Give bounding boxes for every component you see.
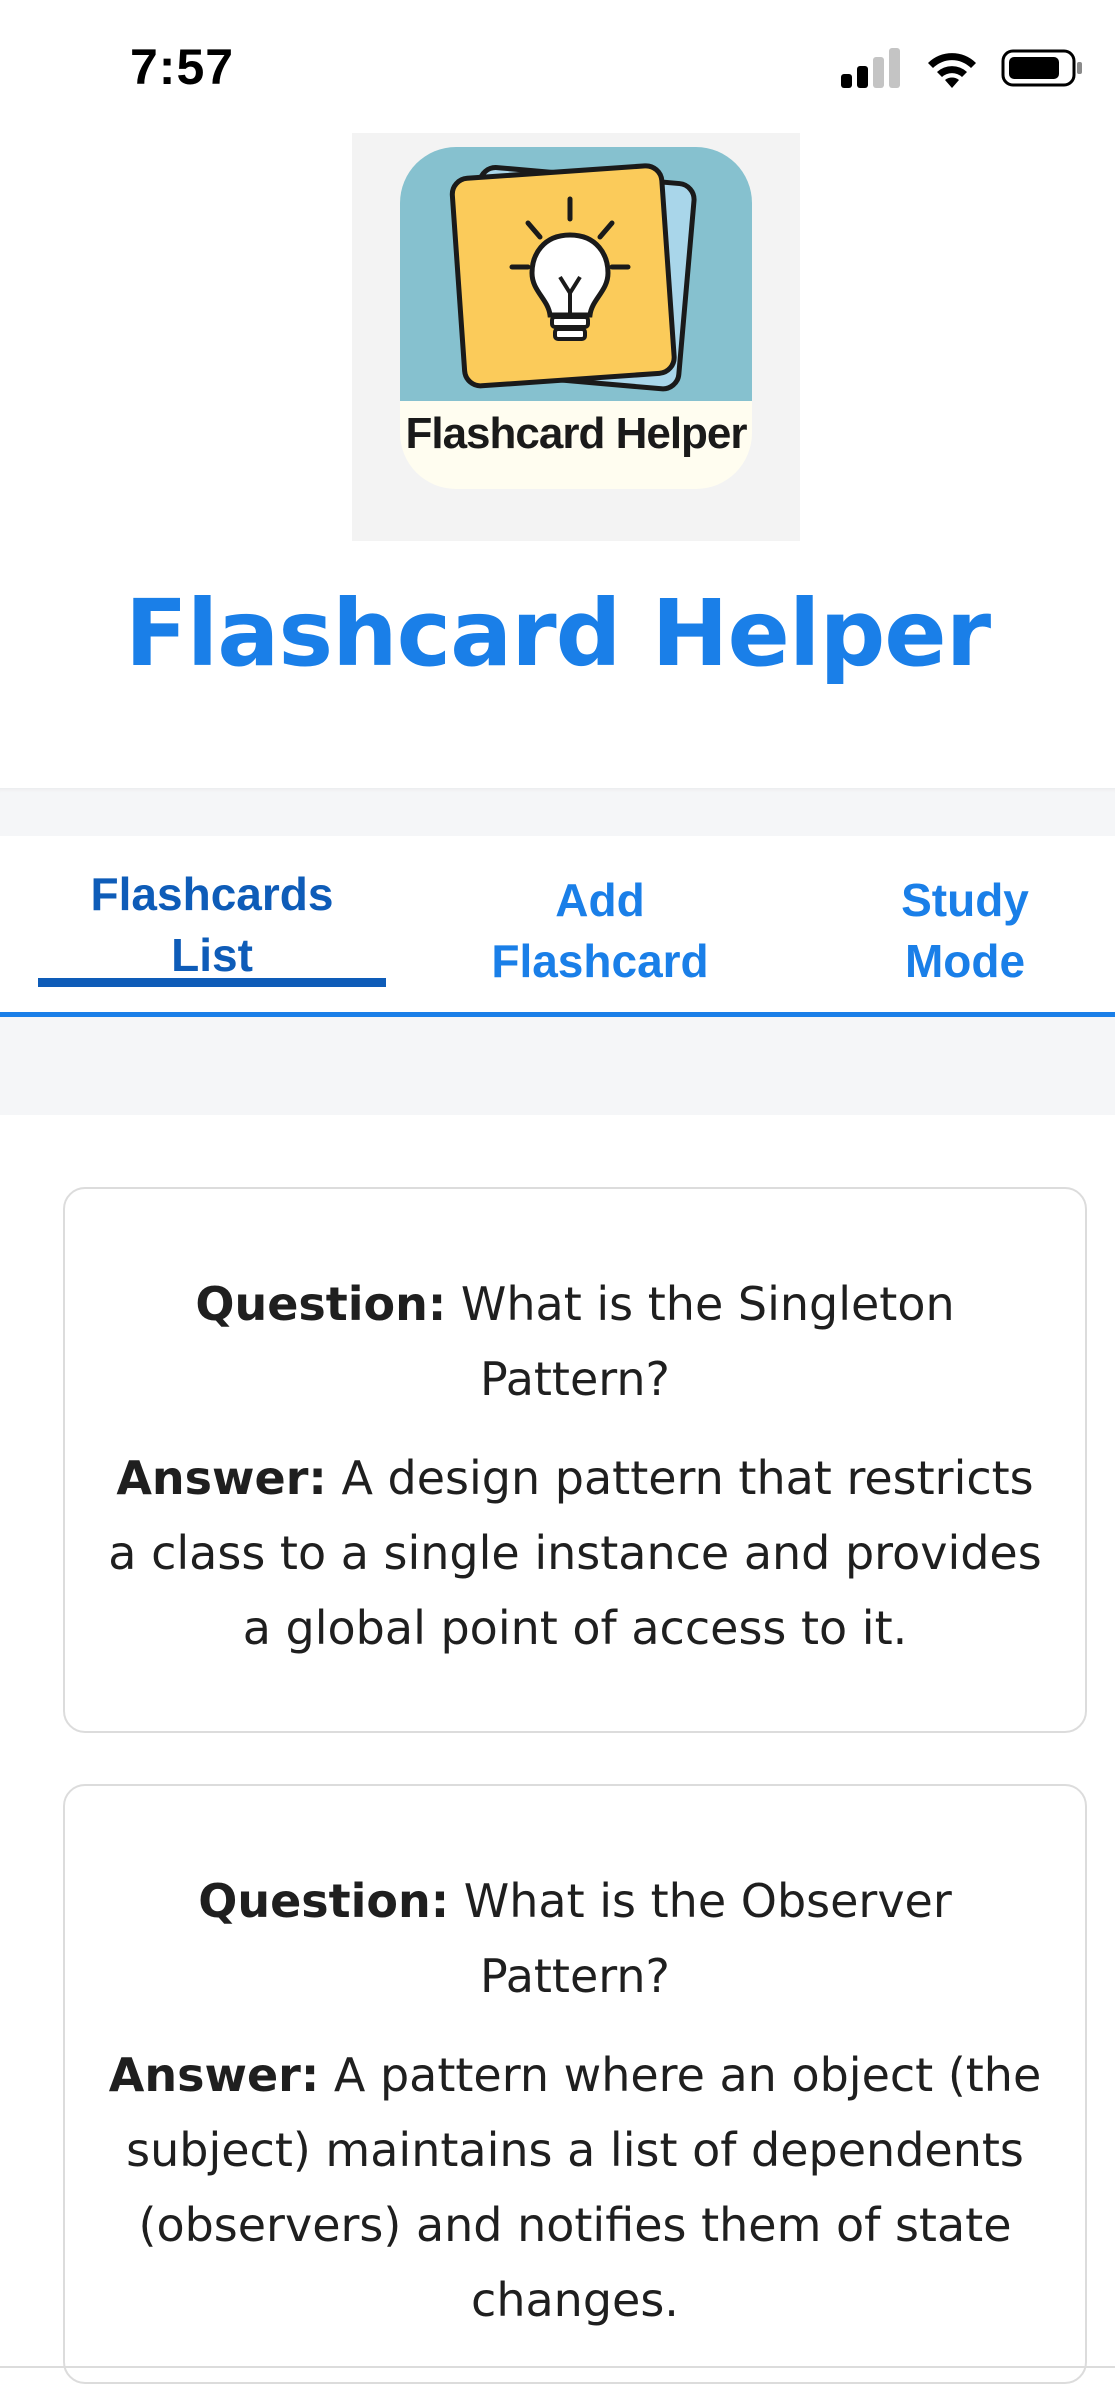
question-label: Question: xyxy=(195,1277,447,1331)
battery-icon xyxy=(1001,48,1083,92)
tab-flashcards-list[interactable]: Flashcards List xyxy=(38,864,386,986)
flashcard-item[interactable]: Question: What is the Singleton Pattern?… xyxy=(63,1187,1087,1733)
tab-label-line1: Flashcards xyxy=(90,868,334,920)
question-text: What is the Singleton Pattern? xyxy=(460,1277,955,1406)
tab-label-line2: Flashcard xyxy=(491,935,709,987)
question-text: What is the Observer Pattern? xyxy=(463,1874,952,2003)
status-icons xyxy=(841,48,1083,92)
active-tab-indicator xyxy=(38,978,386,987)
tab-study-mode[interactable]: Study Mode xyxy=(820,870,1110,992)
flashcard-answer: Answer: A pattern where an object (the s… xyxy=(105,2038,1045,2338)
tab-label-line1: Study xyxy=(901,874,1029,926)
logo-card: Flashcard Helper xyxy=(400,147,752,489)
tab-label-line1: Add xyxy=(555,874,645,926)
flashcard-question: Question: What is the Singleton Pattern? xyxy=(105,1267,1045,1417)
bottom-divider xyxy=(0,2366,1115,2368)
status-bar: 7:57 xyxy=(0,0,1115,130)
status-time: 7:57 xyxy=(130,39,235,95)
tab-add-flashcard[interactable]: Add Flashcard xyxy=(430,870,770,992)
tab-bar: Flashcards List Add Flashcard Study Mode xyxy=(0,836,1115,1017)
question-label: Question: xyxy=(198,1874,450,1928)
page-title: Flashcard Helper xyxy=(124,580,991,687)
header-separator xyxy=(0,788,1115,836)
app-logo: Flashcard Helper xyxy=(352,133,800,541)
cellular-signal-icon xyxy=(841,48,903,92)
flashcard-item[interactable]: Question: What is the Observer Pattern? … xyxy=(63,1784,1087,2384)
lightbulb-icon xyxy=(449,163,697,392)
tab-label-line2: List xyxy=(171,929,253,981)
answer-label: Answer: xyxy=(116,1451,327,1505)
answer-label: Answer: xyxy=(108,2048,320,2102)
flashcard-question: Question: What is the Observer Pattern? xyxy=(105,1864,1045,2014)
logo-text: Flashcard Helper xyxy=(405,409,747,458)
wifi-icon xyxy=(925,48,979,92)
tab-label-line2: Mode xyxy=(904,935,1026,987)
content-separator xyxy=(0,1017,1115,1115)
flashcard-answer: Answer: A design pattern that restricts … xyxy=(105,1441,1045,1666)
